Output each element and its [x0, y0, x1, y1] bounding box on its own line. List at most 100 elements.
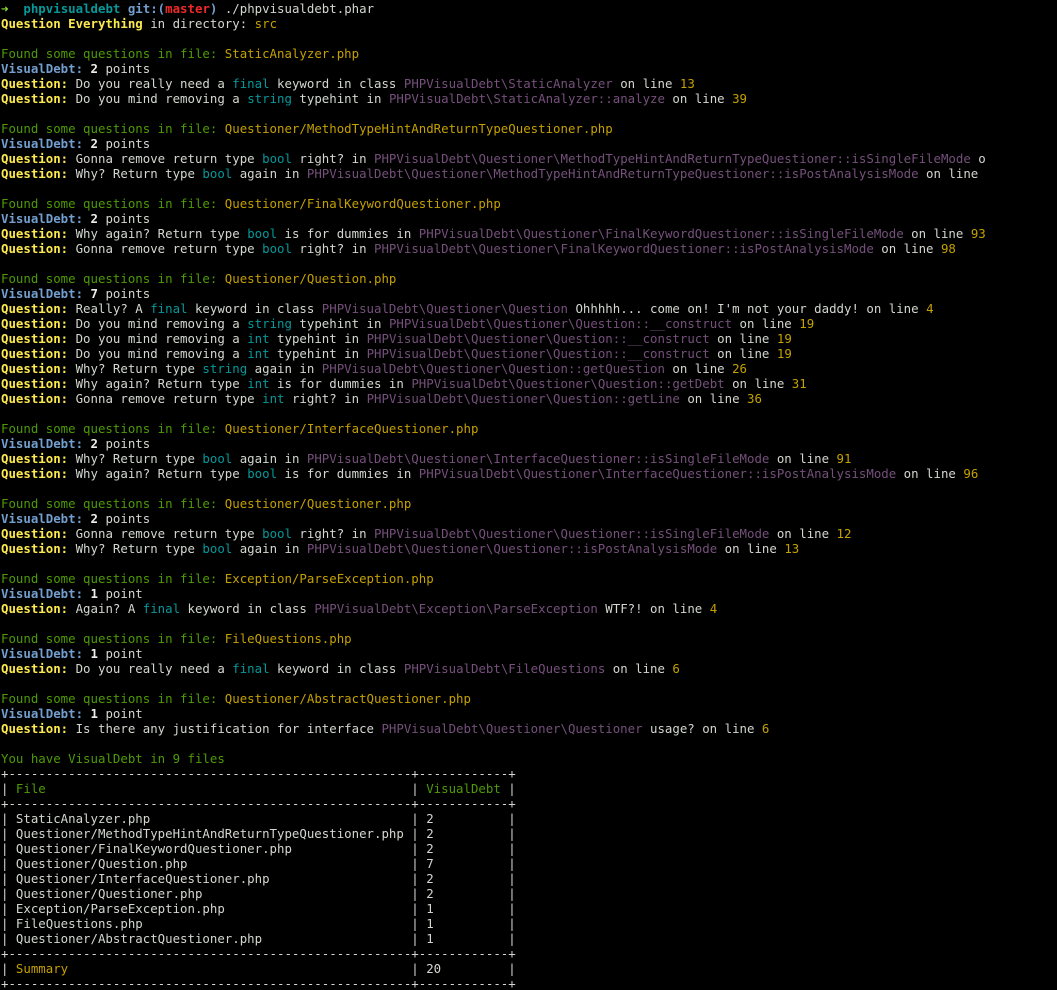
- terminal-text: PHPVisualDebt\Questioner\MethodTypeHintA…: [374, 151, 971, 166]
- terminal-line: VisualDebt: 1 point: [1, 646, 1057, 661]
- terminal-text: Question:: [1, 166, 69, 181]
- terminal-text: again in: [247, 361, 322, 376]
- terminal-line: VisualDebt: 2 points: [1, 436, 1057, 451]
- terminal-text: on line: [732, 316, 800, 331]
- terminal-line: | Questioner/AbstractQuestioner.php | 1 …: [1, 931, 1057, 946]
- terminal-text: File: [15, 781, 412, 796]
- terminal-line: Question Everything in directory: src: [1, 16, 1057, 31]
- terminal-text: bool: [202, 541, 233, 556]
- terminal-text: o: [970, 151, 986, 166]
- terminal-text: StaticAnalyzer.php: [224, 46, 360, 61]
- terminal-text: | Questioner/InterfaceQuestioner.php | 2…: [1, 871, 516, 886]
- terminal-text: on line: [769, 451, 837, 466]
- terminal-line: +---------------------------------------…: [1, 796, 1057, 811]
- terminal-text: string: [247, 316, 292, 331]
- terminal-text: Questioner/Questioner.php: [224, 496, 412, 511]
- terminal-line: ➜ phpvisualdebt git:(master) ./phpvisual…: [1, 1, 1057, 16]
- terminal-line: | Summary | 20 |: [1, 961, 1057, 976]
- terminal-line: Question: Really? A final keyword in cla…: [1, 301, 1057, 316]
- terminal-text: Found some questions in file:: [1, 496, 225, 511]
- terminal-line: Found some questions in file: Questioner…: [1, 121, 1057, 136]
- terminal-text: PHPVisualDebt\Questioner\Question::__con…: [366, 346, 710, 361]
- terminal-text: Question:: [1, 76, 69, 91]
- terminal-text: |: [441, 961, 516, 976]
- terminal-text: PHPVisualDebt\Questioner\Questioner: [381, 721, 643, 736]
- terminal-text: Do you mind removing a: [68, 316, 248, 331]
- terminal-text: |: [411, 781, 427, 796]
- terminal-text: on line: [873, 241, 941, 256]
- terminal-text: bool: [202, 166, 233, 181]
- terminal-text: 39: [732, 91, 748, 106]
- terminal-window[interactable]: ➜ phpvisualdebt git:(master) ./phpvisual…: [0, 0, 1057, 990]
- terminal-line: Question: Why? Return type bool again in…: [1, 451, 1057, 466]
- terminal-line: VisualDebt: 2 points: [1, 511, 1057, 526]
- terminal-line: Found some questions in file: StaticAnal…: [1, 46, 1057, 61]
- terminal-text: PHPVisualDebt\Questioner\InterfaceQuesti…: [418, 466, 897, 481]
- terminal-text: on line: [664, 361, 733, 376]
- terminal-text: Question:: [1, 661, 69, 676]
- terminal-line: Question: Why again? Return type bool is…: [1, 226, 1057, 241]
- terminal-text: master: [165, 1, 210, 16]
- terminal-text: Questioner/InterfaceQuestioner.php: [224, 421, 479, 436]
- terminal-line: Found some questions in file: Questioner…: [1, 421, 1057, 436]
- terminal-text: points: [98, 61, 151, 76]
- terminal-line: Question: Why again? Return type bool is…: [1, 466, 1057, 481]
- terminal-text: | Questioner/MethodTypeHintAndReturnType…: [1, 826, 516, 841]
- terminal-text: 19: [799, 316, 815, 331]
- terminal-text: Ohhhhh... come on! I'm not your daddy! o…: [567, 301, 927, 316]
- terminal-text: | Exception/ParseException.php | 1 |: [1, 901, 516, 916]
- terminal-line: Question: Gonna remove return type bool …: [1, 526, 1057, 541]
- terminal-text: int: [262, 391, 285, 406]
- terminal-line: Found some questions in file: FileQuesti…: [1, 631, 1057, 646]
- terminal-text: 13: [679, 76, 695, 91]
- terminal-text: final: [232, 76, 270, 91]
- terminal-text: Gonna remove return type: [68, 391, 263, 406]
- terminal-text: VisualDebt:: [1, 646, 84, 661]
- terminal-line: | Questioner/Questioner.php | 2 |: [1, 886, 1057, 901]
- terminal-text: VisualDebt:: [1, 136, 84, 151]
- terminal-line: Question: Gonna remove return type bool …: [1, 241, 1057, 256]
- terminal-text: right? in: [291, 151, 375, 166]
- terminal-text: int: [247, 331, 270, 346]
- terminal-text: +---------------------------------------…: [1, 766, 516, 781]
- terminal-text: |: [1, 961, 16, 976]
- terminal-text: on line: [664, 91, 733, 106]
- terminal-text: point: [98, 646, 143, 661]
- terminal-text: Question:: [1, 391, 69, 406]
- terminal-text: PHPVisualDebt\Questioner\Question::getQu…: [321, 361, 665, 376]
- terminal-text: | FileQuestions.php | 1 |: [1, 916, 516, 931]
- terminal-text: | Questioner/FinalKeywordQuestioner.php …: [1, 841, 516, 856]
- terminal-text: Found some questions in file:: [1, 46, 225, 61]
- terminal-text: Question:: [1, 451, 69, 466]
- terminal-text: +---------------------------------------…: [1, 976, 516, 990]
- terminal-text: 4: [709, 601, 718, 616]
- terminal-text: Again? A: [68, 601, 143, 616]
- terminal-text: bool: [262, 151, 292, 166]
- terminal-text: VisualDebt:: [1, 61, 84, 76]
- terminal-text: is for dummies in: [269, 376, 412, 391]
- terminal-text: VisualDebt: [426, 781, 509, 796]
- terminal-text: string: [247, 91, 292, 106]
- terminal-text: Questioner/Question.php: [224, 271, 397, 286]
- terminal-text: | Questioner/AbstractQuestioner.php | 1 …: [1, 931, 516, 946]
- terminal-text: points: [98, 286, 151, 301]
- terminal-text: bool: [247, 466, 278, 481]
- terminal-text: 36: [747, 391, 762, 406]
- terminal-text: Question:: [1, 541, 69, 556]
- terminal-text: again in: [232, 166, 307, 181]
- terminal-text: int: [247, 376, 270, 391]
- terminal-text: is for dummies in: [277, 226, 419, 241]
- terminal-text: Found some questions in file:: [1, 691, 225, 706]
- terminal-text: bool: [262, 241, 292, 256]
- terminal-line: VisualDebt: 1 point: [1, 586, 1057, 601]
- terminal-text: src: [254, 16, 278, 31]
- terminal-text: on line: [717, 541, 785, 556]
- terminal-text: Why again? Return type: [68, 466, 248, 481]
